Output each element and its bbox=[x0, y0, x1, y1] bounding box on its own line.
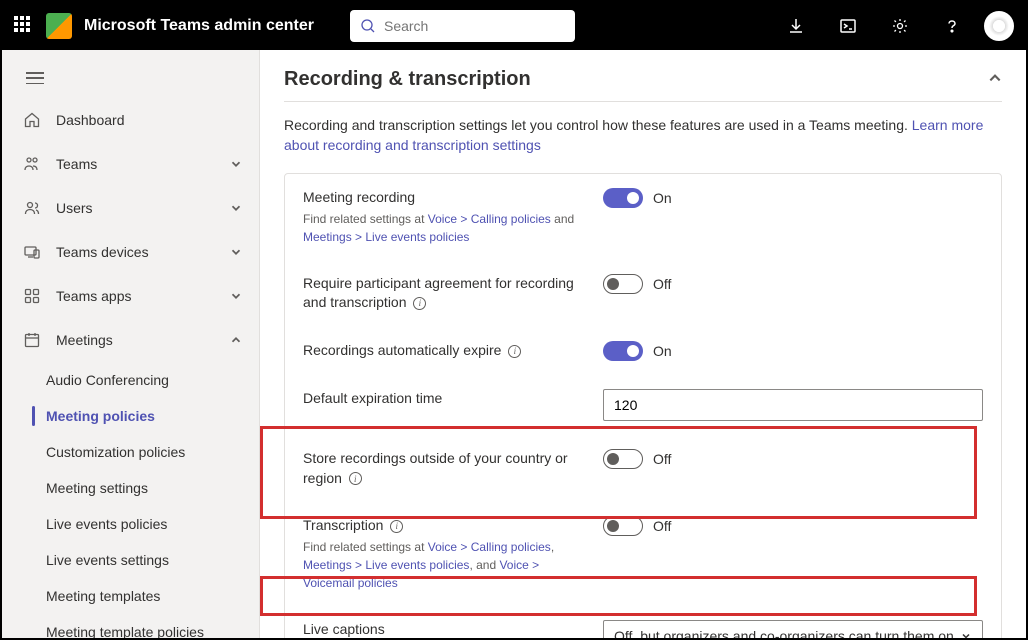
setting-store-outside: Store recordings outside of your country… bbox=[285, 435, 1001, 502]
toggle-state-label: Off bbox=[653, 276, 671, 292]
setting-label: Require participant agreement for record… bbox=[303, 275, 574, 311]
chevron-up-icon bbox=[229, 333, 243, 347]
console-icon[interactable] bbox=[828, 6, 868, 46]
user-avatar[interactable] bbox=[984, 11, 1014, 41]
related-link[interactable]: Voice > Calling policies bbox=[428, 540, 551, 554]
select-value: Off, but organizers and co-organizers ca… bbox=[614, 628, 954, 638]
sidebar: Dashboard Teams Users Teams devices Team… bbox=[2, 50, 260, 638]
setting-description: Find related settings at Voice > Calling… bbox=[303, 210, 583, 246]
nav-label: Meetings bbox=[56, 332, 215, 348]
nav-label: Users bbox=[56, 200, 215, 216]
related-link[interactable]: Voice > Calling policies bbox=[428, 212, 551, 226]
nav-label: Teams bbox=[56, 156, 215, 172]
settings-icon[interactable] bbox=[880, 6, 920, 46]
help-icon[interactable] bbox=[932, 6, 972, 46]
collapse-section-button[interactable] bbox=[988, 71, 1002, 88]
home-icon bbox=[22, 110, 42, 130]
related-link[interactable]: Meetings > Live events policies bbox=[303, 558, 469, 572]
info-icon[interactable] bbox=[508, 345, 521, 358]
setting-label: Default expiration time bbox=[303, 390, 442, 406]
related-link[interactable]: Meetings > Live events policies bbox=[303, 230, 469, 244]
search-box[interactable] bbox=[350, 10, 575, 42]
setting-meeting-recording: Meeting recording Find related settings … bbox=[285, 174, 1001, 260]
setting-label: Recordings automatically expire bbox=[303, 342, 501, 358]
setting-description: Find related settings at Voice > Calling… bbox=[303, 538, 583, 592]
main-content: Recording & transcription Recording and … bbox=[260, 50, 1026, 638]
nav-users[interactable]: Users bbox=[2, 186, 259, 230]
setting-auto-expire: Recordings automatically expire On bbox=[285, 327, 1001, 375]
sub-meeting-settings[interactable]: Meeting settings bbox=[2, 470, 259, 506]
app-logo bbox=[46, 13, 72, 39]
toggle-meeting-recording[interactable] bbox=[603, 188, 643, 208]
toggle-require-agreement[interactable] bbox=[603, 274, 643, 294]
page-description: Recording and transcription settings let… bbox=[284, 102, 1002, 173]
setting-require-agreement: Require participant agreement for record… bbox=[285, 260, 1001, 327]
info-icon[interactable] bbox=[413, 297, 426, 310]
sub-meeting-policies[interactable]: Meeting policies bbox=[2, 398, 259, 434]
setting-label: Live captions bbox=[303, 620, 583, 638]
toggle-store-outside[interactable] bbox=[603, 449, 643, 469]
chevron-down-icon bbox=[229, 201, 243, 215]
setting-transcription: Transcription Find related settings at V… bbox=[285, 502, 1001, 606]
page-title: Recording & transcription bbox=[284, 68, 531, 91]
chevron-down-icon bbox=[229, 245, 243, 259]
toggle-state-label: Off bbox=[653, 518, 671, 534]
teams-icon bbox=[22, 154, 42, 174]
nav-apps[interactable]: Teams apps bbox=[2, 274, 259, 318]
users-icon bbox=[22, 198, 42, 218]
setting-live-captions: Live captions Find related settings at V… bbox=[285, 606, 1001, 638]
live-captions-select[interactable]: Off, but organizers and co-organizers ca… bbox=[603, 620, 983, 638]
apps-icon bbox=[22, 286, 42, 306]
nav-dashboard[interactable]: Dashboard bbox=[2, 98, 259, 142]
setting-label: Store recordings outside of your country… bbox=[303, 450, 568, 486]
sub-live-events-settings[interactable]: Live events settings bbox=[2, 542, 259, 578]
setting-label: Transcription bbox=[303, 517, 383, 533]
toggle-transcription[interactable] bbox=[603, 516, 643, 536]
chevron-down-icon bbox=[960, 630, 972, 638]
settings-card: Meeting recording Find related settings … bbox=[284, 173, 1002, 638]
sub-live-events-policies[interactable]: Live events policies bbox=[2, 506, 259, 542]
info-icon[interactable] bbox=[349, 472, 362, 485]
search-icon bbox=[360, 18, 376, 34]
setting-default-expiration: Default expiration time bbox=[285, 375, 1001, 435]
search-input[interactable] bbox=[384, 18, 565, 34]
devices-icon bbox=[22, 242, 42, 262]
nav-devices[interactable]: Teams devices bbox=[2, 230, 259, 274]
nav-label: Dashboard bbox=[56, 112, 243, 128]
chevron-down-icon bbox=[229, 289, 243, 303]
toggle-auto-expire[interactable] bbox=[603, 341, 643, 361]
download-icon[interactable] bbox=[776, 6, 816, 46]
toggle-state-label: On bbox=[653, 343, 672, 359]
chevron-down-icon bbox=[229, 157, 243, 171]
setting-label: Meeting recording bbox=[303, 188, 583, 208]
sub-audio-conferencing[interactable]: Audio Conferencing bbox=[2, 362, 259, 398]
sub-meeting-templates[interactable]: Meeting templates bbox=[2, 578, 259, 614]
app-title: Microsoft Teams admin center bbox=[84, 17, 314, 35]
hamburger-toggle[interactable] bbox=[2, 58, 259, 98]
nav-teams[interactable]: Teams bbox=[2, 142, 259, 186]
info-icon[interactable] bbox=[390, 520, 403, 533]
sub-customization-policies[interactable]: Customization policies bbox=[2, 434, 259, 470]
default-expiration-input[interactable] bbox=[603, 389, 983, 421]
calendar-icon bbox=[22, 330, 42, 350]
nav-meetings[interactable]: Meetings bbox=[2, 318, 259, 362]
nav-label: Teams apps bbox=[56, 288, 215, 304]
toggle-state-label: On bbox=[653, 190, 672, 206]
nav-label: Teams devices bbox=[56, 244, 215, 260]
sub-meeting-template-policies[interactable]: Meeting template policies bbox=[2, 614, 259, 638]
toggle-state-label: Off bbox=[653, 451, 671, 467]
app-launcher-icon[interactable] bbox=[14, 16, 34, 36]
